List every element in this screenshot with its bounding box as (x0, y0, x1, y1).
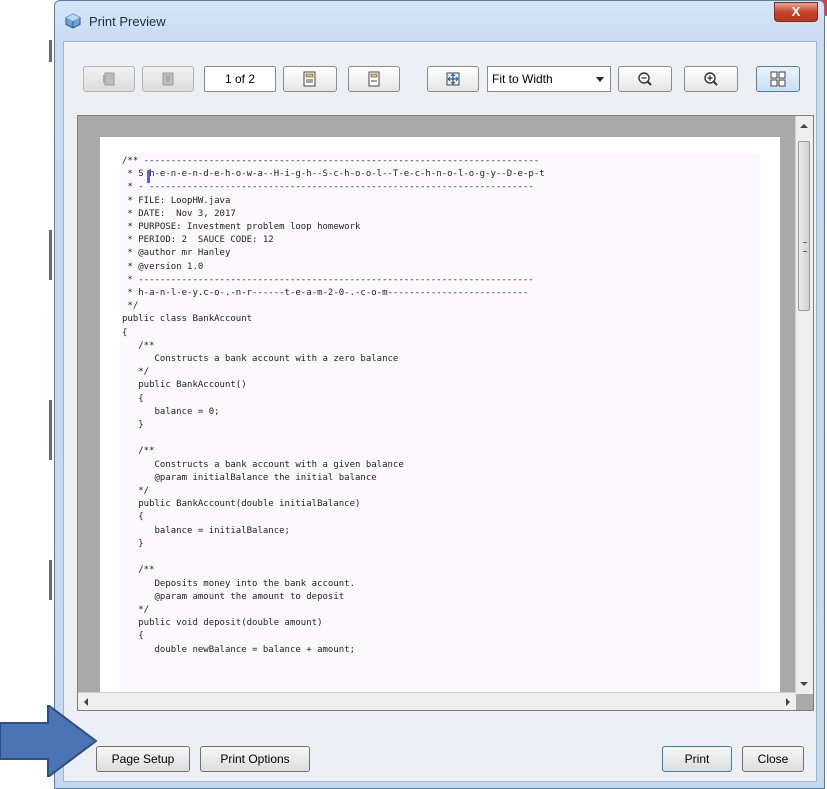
code-line: { (138, 393, 144, 404)
code-line: * @author mr Hanley (127, 248, 231, 259)
code-line: * - ------------------------------------… (127, 182, 534, 193)
code-line: */ (138, 486, 150, 497)
code-line: { (138, 631, 144, 642)
background-mark (49, 560, 52, 600)
print-options-button[interactable]: Print Options (200, 746, 310, 772)
code-line: double newBalance = balance + amount; (154, 644, 356, 655)
page-setup-button[interactable]: Page Setup (96, 746, 190, 772)
print-preview-window: Print Preview X 1 of 2 Fit to Width /** … (54, 0, 825, 789)
next-page-icon (303, 71, 316, 87)
scroll-right-icon[interactable] (786, 698, 790, 706)
first-page-icon (103, 72, 115, 86)
code-line: } (138, 538, 144, 549)
code-line: public BankAccount(double initialBalance… (138, 499, 361, 510)
fit-page-icon (446, 72, 460, 86)
horizontal-scrollbar[interactable] (78, 692, 796, 710)
zoom-out-icon (638, 72, 652, 86)
code-line: Constructs a bank account with a given b… (154, 459, 404, 470)
code-line: /** (138, 340, 155, 351)
fit-page-button[interactable] (427, 66, 479, 92)
code-line: Constructs a bank account with a zero ba… (154, 354, 399, 365)
code-line: public class BankAccount (122, 314, 253, 325)
code-listing: /** ------------------------------------… (122, 155, 545, 657)
code-line: @param amount the amount to deposit (154, 591, 345, 602)
last-page-icon (368, 71, 380, 87)
chevron-down-icon (596, 77, 604, 82)
title-bar[interactable]: Print Preview X (55, 1, 824, 41)
code-line: { (138, 512, 144, 523)
zoom-select[interactable]: Fit to Width (487, 66, 611, 92)
page-number-field[interactable]: 1 of 2 (204, 66, 276, 92)
window-title: Print Preview (89, 14, 166, 29)
zoom-in-button[interactable] (684, 66, 738, 92)
code-line: public void deposit(double amount) (138, 618, 323, 629)
previous-page-icon (162, 72, 174, 86)
first-page-button[interactable] (83, 66, 135, 92)
code-line: * S h-e-n-e-n-d-e-h-o-w-a--H-i-g-h--S-c-… (127, 169, 545, 180)
multi-page-view-button[interactable] (756, 66, 800, 92)
previous-page-button[interactable] (142, 66, 194, 92)
zoom-out-button[interactable] (618, 66, 672, 92)
code-line: /** (138, 565, 155, 576)
code-line: Deposits money into the bank account. (154, 578, 356, 589)
pointer-arrow-icon (0, 705, 98, 777)
app-cube-icon (65, 13, 81, 29)
vertical-scrollbar[interactable] (795, 116, 813, 694)
scroll-up-icon[interactable] (800, 124, 808, 128)
code-line: balance = initialBalance; (154, 525, 290, 536)
code-line: @param initialBalance the initial balanc… (154, 472, 377, 483)
code-line: * @version 1.0 (127, 261, 204, 272)
code-line: } (138, 420, 144, 431)
grip-icon (803, 242, 807, 252)
code-line: balance = 0; (154, 406, 220, 417)
background-strip (0, 0, 52, 789)
preview-area[interactable]: /** ------------------------------------… (77, 115, 814, 711)
code-line: { (122, 327, 128, 338)
code-line: * FILE: LoopHW.java (127, 195, 231, 206)
code-line: * h-a-n-l-e-y.c-o-.-n-r------t-e-a-m-2-0… (127, 288, 529, 299)
close-button[interactable]: Close (742, 746, 804, 772)
code-line: * DATE: Nov 3, 2017 (127, 208, 236, 219)
code-line: * PURPOSE: Investment problem loop homew… (127, 222, 361, 233)
multi-page-icon (770, 71, 786, 87)
code-line: /** (138, 446, 155, 457)
background-mark (49, 400, 52, 460)
background-mark (49, 230, 52, 280)
background-mark (49, 40, 52, 62)
text-cursor (147, 170, 150, 183)
zoom-select-value: Fit to Width (492, 72, 553, 86)
code-line: */ (138, 604, 150, 615)
code-line: */ (138, 367, 150, 378)
vertical-scroll-thumb[interactable] (798, 141, 810, 311)
window-close-button[interactable]: X (774, 2, 818, 22)
zoom-in-icon (704, 72, 718, 86)
code-line: */ (127, 301, 139, 312)
code-line: public BankAccount() (138, 380, 247, 391)
last-page-button[interactable] (348, 66, 400, 92)
code-line: * --------------------------------------… (127, 274, 534, 285)
code-line: * PERIOD: 2 SAUCE CODE: 12 (127, 235, 274, 246)
next-page-button[interactable] (283, 66, 337, 92)
scroll-down-icon[interactable] (800, 682, 808, 686)
print-button[interactable]: Print (662, 746, 732, 772)
dialog-content: 1 of 2 Fit to Width /** ----------------… (63, 41, 817, 782)
preview-page: /** ------------------------------------… (100, 137, 780, 710)
code-line: /** ------------------------------------… (122, 156, 540, 166)
